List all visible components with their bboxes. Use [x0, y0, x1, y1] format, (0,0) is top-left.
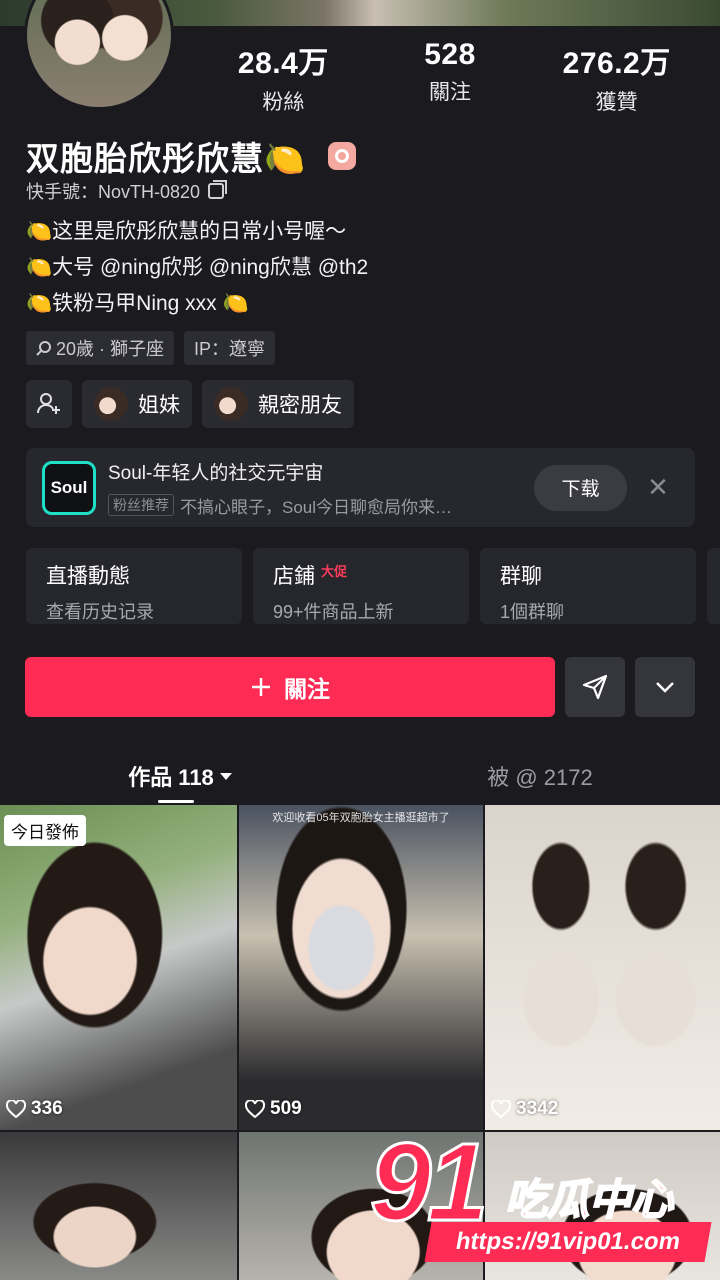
caret-down-icon	[219, 772, 232, 780]
card-shop[interactable]: 店鋪 大促 99+件商品上新	[253, 548, 469, 624]
today-badge: 今日發佈	[4, 815, 86, 846]
card-group-chat[interactable]: 群聊 1個群聊	[480, 548, 696, 624]
stat-fans[interactable]: 28.4万 粉絲	[200, 38, 367, 116]
stat-value: 276.2万	[562, 47, 671, 80]
heart-icon	[6, 1100, 26, 1118]
tag-label: IP：遼寧	[194, 339, 266, 359]
tab-label: 作品 118	[128, 765, 214, 790]
heart-icon	[491, 1100, 511, 1118]
stat-likes[interactable]: 276.2万 獲贊	[533, 38, 700, 116]
card-title-text: 店鋪	[273, 565, 315, 588]
ad-subtitle-row: 粉丝推荐 不搞心眼子，Soul今日聊愈局你来…	[108, 493, 534, 518]
relation-sister[interactable]: 姐妹	[82, 380, 192, 428]
copy-icon[interactable]	[208, 180, 228, 199]
relation-close-friend[interactable]: 親密朋友	[202, 380, 354, 428]
watermark-logo: 91 吃瓜中心 https://91vip01.com	[368, 1126, 715, 1268]
like-count: 336	[6, 1098, 63, 1120]
relation-label: 姐妹	[138, 394, 180, 417]
profile-stats: 28.4万 粉絲 528 關注 276.2万 獲贊	[200, 38, 700, 116]
stat-label: 關注	[429, 81, 471, 104]
tab-works[interactable]: 作品 118	[0, 748, 360, 804]
card-sub: 99+件商品上新	[273, 602, 394, 622]
like-value: 509	[270, 1098, 302, 1119]
ad-banner[interactable]: Soul Soul-年轻人的社交元宇宙 粉丝推荐 不搞心眼子，Soul今日聊愈局…	[26, 448, 695, 527]
more-button[interactable]	[635, 657, 695, 717]
soul-logo: Soul	[42, 460, 96, 515]
stat-value: 28.4万	[237, 47, 329, 80]
ad-subtitle: 不搞心眼子，Soul今日聊愈局你来…	[180, 497, 453, 517]
avatar[interactable]	[24, 0, 174, 110]
card-title: 直播動態	[46, 560, 222, 590]
watermark-url: https://91vip01.com	[424, 1222, 712, 1262]
card-title-text: 群聊	[500, 565, 542, 588]
download-button[interactable]: 下载	[534, 464, 627, 511]
avatar	[94, 387, 128, 421]
video-thumb[interactable]: 欢迎收看05年双胞胎女主播逛超市了 509	[239, 805, 483, 1130]
name-row: 双胞胎欣彤欣慧🍋	[26, 132, 357, 180]
card-live[interactable]: 直播動態 查看历史记录	[26, 548, 242, 624]
card-title-text: 直播動態	[46, 565, 130, 588]
follow-button[interactable]: 關注	[25, 657, 555, 717]
tag-label: 20歲 · 獅子座	[56, 339, 165, 359]
add-friend-button[interactable]	[26, 380, 72, 428]
stat-following[interactable]: 528 關注	[367, 38, 534, 116]
video-caption: 欢迎收看05年双胞胎女主播逛超市了	[272, 812, 450, 824]
tab-label: 被 @ 2172	[487, 765, 593, 790]
avatar	[214, 387, 248, 421]
watermark-text: 吃瓜中心	[504, 1175, 674, 1224]
level-badge-icon[interactable]	[328, 142, 357, 170]
relation-label: 親密朋友	[258, 394, 342, 417]
card-overflow[interactable]	[707, 548, 720, 624]
feature-cards: 直播動態 查看历史记录 店鋪 大促 99+件商品上新 群聊 1個群聊	[26, 548, 720, 624]
stat-value: 528	[424, 38, 476, 71]
ip-location-tag: IP：遼寧	[184, 331, 276, 365]
bio-line: 🍋铁粉马甲Ning xxx 🍋	[26, 292, 249, 315]
bio-line[interactable]: 🍋大号 @ning欣彤 @ning欣慧 @th2	[26, 250, 368, 286]
share-button[interactable]	[565, 657, 625, 717]
action-row: 關注	[25, 657, 695, 717]
add-user-icon	[37, 393, 60, 414]
like-value: 3342	[516, 1098, 559, 1119]
bio-line: 🍋这里是欣彤欣慧的日常小号喔～	[26, 220, 347, 243]
search-icon	[36, 341, 51, 356]
like-count: 3342	[491, 1098, 558, 1120]
kuaishou-id-row[interactable]: 快手號：NovTH-0820	[26, 178, 228, 204]
tab-mentioned[interactable]: 被 @ 2172	[360, 748, 720, 804]
ad-tag: 粉丝推荐	[108, 494, 174, 516]
card-title: 店鋪 大促	[273, 560, 449, 590]
send-icon	[582, 674, 608, 700]
ad-text: Soul-年轻人的社交元宇宙 粉丝推荐 不搞心眼子，Soul今日聊愈局你来…	[108, 458, 534, 518]
kuaishou-id: 快手號：NovTH-0820	[26, 182, 201, 202]
card-title: 群聊	[500, 560, 676, 590]
profile-name: 双胞胎欣彤欣慧🍋	[26, 140, 307, 177]
relations-row: 姐妹 親密朋友	[26, 380, 354, 428]
follow-label: 關注	[284, 676, 330, 702]
plus-icon	[252, 678, 270, 696]
like-value: 336	[31, 1098, 63, 1119]
heart-icon	[245, 1100, 265, 1118]
content-tabs: 作品 118 被 @ 2172	[0, 748, 720, 804]
promo-badge: 大促	[321, 563, 348, 579]
video-thumb[interactable]: 今日發佈 336	[0, 805, 237, 1130]
card-sub: 1個群聊	[500, 602, 565, 622]
bio: 🍋这里是欣彤欣慧的日常小号喔～ 🍋大号 @ning欣彤 @ning欣慧 @th2…	[26, 214, 368, 322]
profile-tags: 20歲 · 獅子座 IP：遼寧	[26, 331, 276, 365]
stat-label: 粉絲	[262, 91, 305, 114]
stat-label: 獲贊	[595, 91, 638, 114]
video-thumb[interactable]: 3342	[485, 805, 720, 1130]
like-count: 509	[245, 1098, 302, 1120]
ad-title: Soul-年轻人的社交元宇宙	[108, 462, 324, 484]
chevron-down-icon	[656, 682, 674, 693]
close-icon[interactable]: ✕	[637, 472, 679, 503]
video-thumb[interactable]	[0, 1132, 237, 1280]
card-sub: 查看历史记录	[46, 602, 154, 622]
tab-indicator	[158, 800, 194, 803]
age-zodiac-tag: 20歲 · 獅子座	[26, 331, 175, 365]
